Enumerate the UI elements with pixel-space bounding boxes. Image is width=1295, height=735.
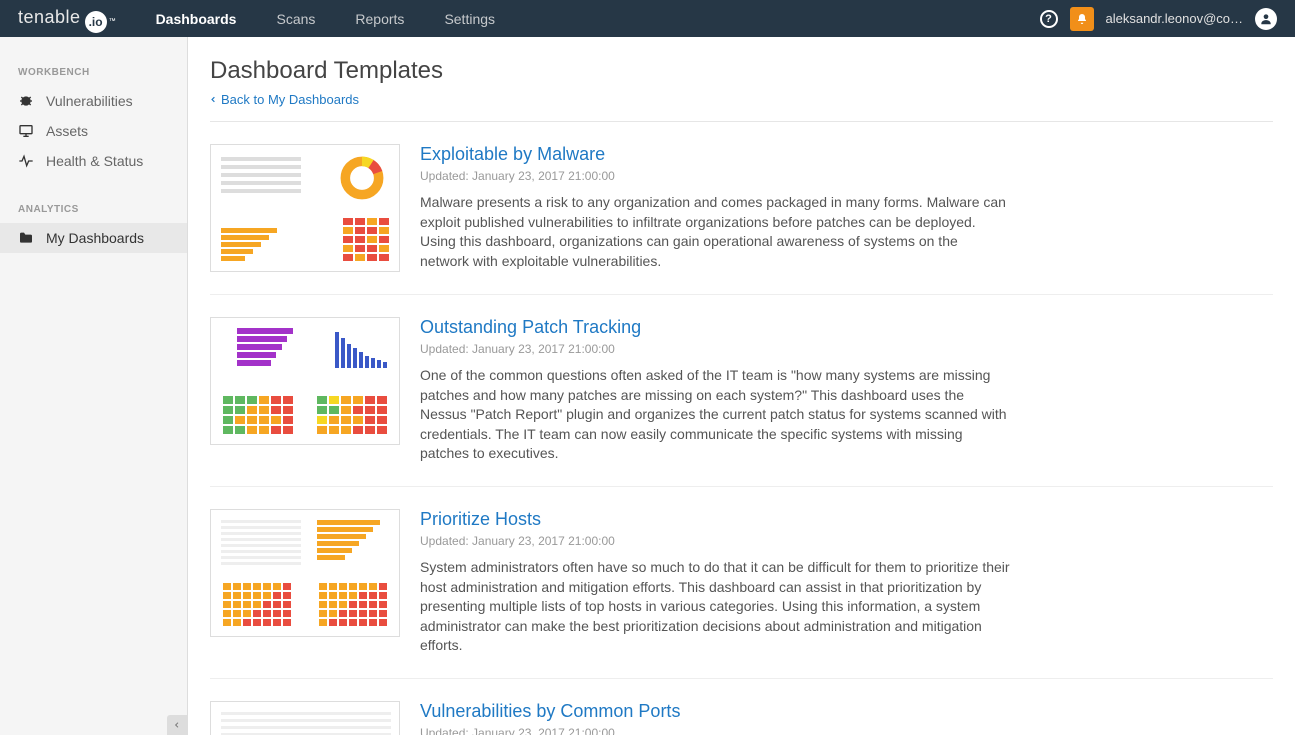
monitor-icon xyxy=(18,123,34,139)
person-icon xyxy=(1259,12,1273,26)
nav-settings[interactable]: Settings xyxy=(444,11,495,27)
nav-dashboards[interactable]: Dashboards xyxy=(156,11,237,27)
back-link[interactable]: Back to My Dashboards xyxy=(210,92,359,107)
top-nav: Dashboards Scans Reports Settings xyxy=(156,11,1040,27)
template-updated: Updated: January 23, 2017 21:00:00 xyxy=(420,169,1010,183)
template-title[interactable]: Exploitable by Malware xyxy=(420,144,1010,165)
template-thumbnail[interactable] xyxy=(210,317,400,445)
sidebar-item-assets[interactable]: Assets xyxy=(0,116,187,146)
trademark-icon: ™ xyxy=(109,18,116,25)
user-email[interactable]: aleksandr.leonov@co… xyxy=(1106,11,1244,26)
topbar-right: ? aleksandr.leonov@co… xyxy=(1040,7,1278,31)
sidebar-heading-analytics: ANALYTICS xyxy=(0,204,187,215)
sidebar-heading-workbench: WORKBENCH xyxy=(0,67,187,78)
bug-icon xyxy=(18,93,34,109)
user-avatar[interactable] xyxy=(1255,8,1277,30)
template-title[interactable]: Prioritize Hosts xyxy=(420,509,1010,530)
sidebar-item-my-dashboards[interactable]: My Dashboards xyxy=(0,223,187,253)
template-title[interactable]: Vulnerabilities by Common Ports xyxy=(420,701,1010,722)
brand-text: tenable xyxy=(18,7,81,28)
brand-logo[interactable]: tenable .io ™ xyxy=(18,7,116,30)
template-thumbnail[interactable] xyxy=(210,144,400,272)
main-content: Dashboard Templates Back to My Dashboard… xyxy=(188,37,1295,735)
sidebar-item-label: Health & Status xyxy=(46,153,143,169)
chevron-left-icon xyxy=(173,721,181,729)
notifications-button[interactable] xyxy=(1070,7,1094,31)
sidebar-item-health[interactable]: Health & Status xyxy=(0,146,187,176)
template-description: Malware presents a risk to any organizat… xyxy=(420,193,1010,271)
chevron-left-icon xyxy=(210,95,217,104)
sidebar-item-vulnerabilities[interactable]: Vulnerabilities xyxy=(0,86,187,116)
back-link-label: Back to My Dashboards xyxy=(221,92,359,107)
template-row: Exploitable by Malware Updated: January … xyxy=(210,122,1273,295)
nav-scans[interactable]: Scans xyxy=(276,11,315,27)
sidebar-item-label: Assets xyxy=(46,123,88,139)
top-navbar: tenable .io ™ Dashboards Scans Reports S… xyxy=(0,0,1295,37)
folder-icon xyxy=(18,230,34,246)
template-thumbnail[interactable] xyxy=(210,509,400,637)
page-title: Dashboard Templates xyxy=(210,57,1273,85)
pulse-icon xyxy=(18,153,34,169)
template-thumbnail[interactable] xyxy=(210,701,400,735)
template-updated: Updated: January 23, 2017 21:00:00 xyxy=(420,726,1010,735)
sidebar-item-label: Vulnerabilities xyxy=(46,93,133,109)
help-icon[interactable]: ? xyxy=(1040,10,1058,28)
template-updated: Updated: January 23, 2017 21:00:00 xyxy=(420,534,1010,548)
template-row: Vulnerabilities by Common Ports Updated:… xyxy=(210,679,1273,735)
template-description: One of the common questions often asked … xyxy=(420,366,1010,464)
template-row: Outstanding Patch Tracking Updated: Janu… xyxy=(210,295,1273,487)
bell-icon xyxy=(1076,12,1088,26)
nav-reports[interactable]: Reports xyxy=(355,11,404,27)
brand-io-icon: .io xyxy=(85,8,107,30)
sidebar-collapse-handle[interactable] xyxy=(167,715,187,735)
template-list: Exploitable by Malware Updated: January … xyxy=(210,122,1273,735)
template-updated: Updated: January 23, 2017 21:00:00 xyxy=(420,342,1010,356)
sidebar-item-label: My Dashboards xyxy=(46,230,144,246)
template-title[interactable]: Outstanding Patch Tracking xyxy=(420,317,1010,338)
template-description: System administrators often have so much… xyxy=(420,558,1010,656)
sidebar: WORKBENCH Vulnerabilities Assets Health … xyxy=(0,37,188,735)
template-row: Prioritize Hosts Updated: January 23, 20… xyxy=(210,487,1273,679)
